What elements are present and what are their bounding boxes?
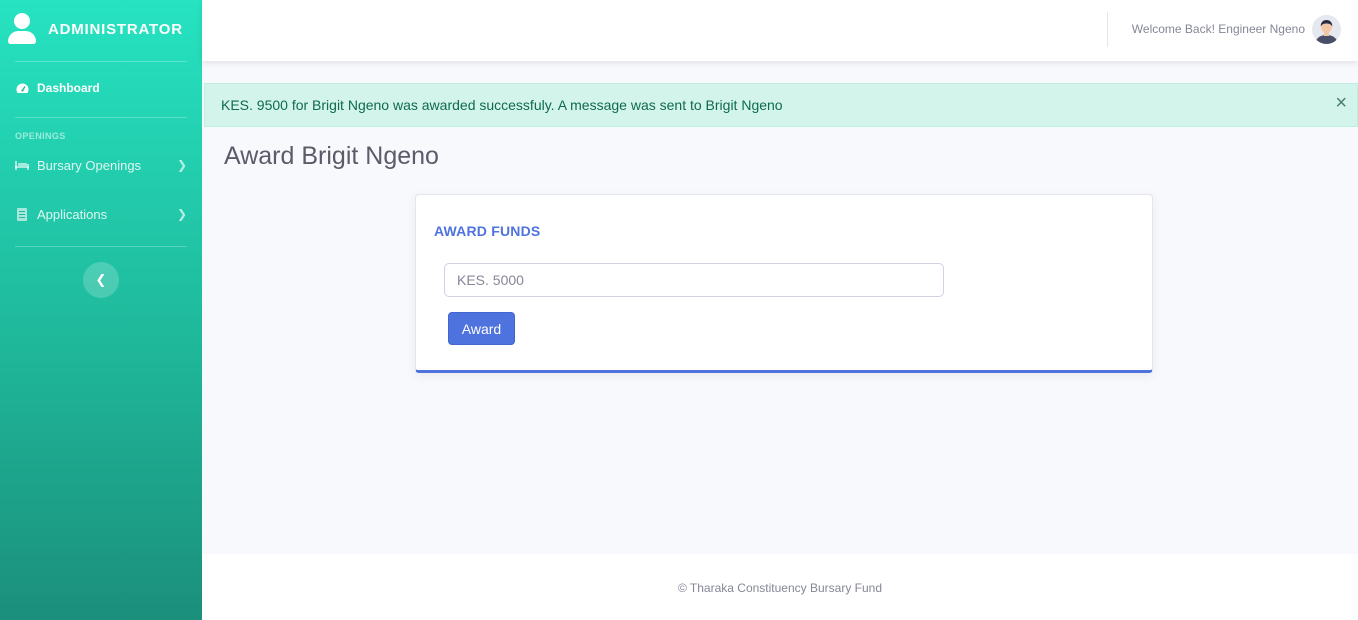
brand-title: ADMINISTRATOR (48, 20, 183, 38)
sidebar-divider (15, 246, 187, 247)
card-title: AWARD FUNDS (434, 223, 541, 239)
welcome-text[interactable]: Welcome Back! Engineer Ngeno (1132, 22, 1305, 36)
footer: © Tharaka Constituency Bursary Fund (202, 554, 1358, 620)
topbar: Welcome Back! Engineer Ngeno (202, 0, 1358, 61)
bed-icon (15, 159, 29, 171)
page-title: Award Brigit Ngeno (224, 142, 439, 170)
sidebar-item-bursary-openings[interactable]: Bursary Openings ❯ (0, 145, 202, 185)
user-icon (8, 13, 36, 45)
chevron-right-icon: ❯ (176, 207, 187, 221)
sidebar-item-dashboard[interactable]: Dashboard (0, 62, 202, 114)
tachometer-icon (15, 82, 29, 94)
sidebar-heading: OPENINGS (15, 131, 66, 141)
alert-message: KES. 9500 for Brigit Ngeno was awarded s… (221, 97, 783, 113)
sidebar-item-label: Bursary Openings (37, 157, 142, 173)
file-icon (15, 207, 29, 221)
topbar-divider (1107, 12, 1108, 47)
chevron-right-icon: ❯ (176, 158, 187, 172)
sidebar-item-applications[interactable]: Applications ❯ (0, 185, 202, 243)
close-icon[interactable]: × (1335, 93, 1347, 113)
success-alert: KES. 9500 for Brigit Ngeno was awarded s… (204, 83, 1358, 127)
amount-input[interactable] (444, 263, 944, 297)
sidebar: ADMINISTRATOR Dashboard OPENINGS Bursary… (0, 0, 202, 620)
award-funds-card: AWARD FUNDS Award (415, 194, 1153, 373)
sidebar-toggle-button[interactable]: ❮ (83, 262, 119, 298)
sidebar-item-label: Applications (37, 206, 108, 222)
avatar[interactable] (1312, 15, 1341, 44)
award-button[interactable]: Award (448, 312, 515, 345)
sidebar-brand[interactable]: ADMINISTRATOR (0, 0, 202, 58)
chevron-left-icon: ❮ (95, 272, 107, 287)
sidebar-item-label: Dashboard (37, 81, 100, 95)
footer-copyright: © Tharaka Constituency Bursary Fund (677, 581, 883, 595)
